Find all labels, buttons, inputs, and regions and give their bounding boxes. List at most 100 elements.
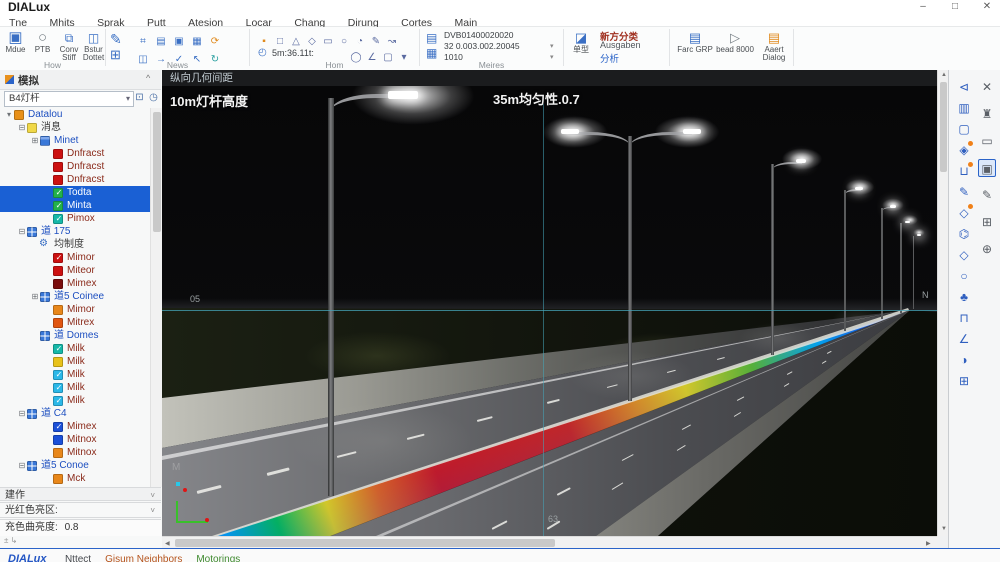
- shape-tool-icon[interactable]: ◔: [352, 36, 368, 47]
- ribbon-button-farc-grp[interactable]: ▤ Farc GRP: [676, 30, 714, 54]
- chevron-icon[interactable]: ˅: [150, 504, 155, 517]
- tree-item[interactable]: ✓ Pimox: [0, 212, 150, 225]
- tree-item[interactable]: Dnfracst: [0, 147, 150, 160]
- shape-tool-icon[interactable]: ◇: [304, 36, 320, 47]
- shape-tool-icon[interactable]: □: [272, 36, 288, 47]
- export-icon[interactable]: ⊡: [133, 91, 146, 105]
- shape-tool-icon[interactable]: ✎: [368, 36, 384, 47]
- tree-item[interactable]: ✓ Milk: [0, 381, 150, 394]
- expander-icon[interactable]: ⊞: [30, 134, 40, 147]
- expander-icon[interactable]: ⊟: [17, 459, 27, 472]
- select-zoom-icon[interactable]: ⊲: [955, 78, 973, 96]
- shape-tool-icon[interactable]: ▭: [320, 36, 336, 47]
- tree-item[interactable]: ⊟ 消息: [0, 121, 150, 134]
- tree-item[interactable]: ▾ Datalou: [0, 108, 150, 121]
- analysis-label[interactable]: 分析: [600, 51, 619, 65]
- window-selected-icon[interactable]: ▣: [978, 159, 996, 177]
- draw-tool-icon[interactable]: ⌗: [134, 36, 152, 48]
- tree-item[interactable]: ✓ Mimor: [0, 251, 150, 264]
- tag-icon[interactable]: ◈: [955, 141, 973, 159]
- file-icon[interactable]: ▤: [426, 31, 437, 45]
- minimize-button[interactable]: –: [912, 1, 934, 12]
- expander-icon[interactable]: ⊟: [17, 225, 27, 238]
- grid-table-icon[interactable]: ⊞: [955, 372, 973, 390]
- tree-icon[interactable]: ♣: [955, 288, 973, 306]
- expander-icon[interactable]: ⊟: [17, 121, 27, 134]
- contrast-icon[interactable]: ◑: [955, 351, 973, 369]
- pencil-icon[interactable]: ✎: [110, 31, 122, 48]
- scroll-left-icon[interactable]: ◀: [165, 540, 170, 547]
- viewport-title-bar[interactable]: 纵向几何间距: [162, 70, 948, 86]
- tree-item[interactable]: ✓ Milk: [0, 394, 150, 407]
- shape-tool-icon[interactable]: △: [288, 36, 304, 47]
- scrollbar-thumb[interactable]: [152, 112, 161, 232]
- file-grid-icon[interactable]: ▦: [426, 46, 437, 60]
- output-sub[interactable]: Ausgaben: [600, 40, 641, 50]
- ribbon-button-ptb[interactable]: ○ PTB: [30, 30, 55, 54]
- draw-tool-icon[interactable]: ▦: [188, 36, 206, 48]
- tree-item[interactable]: Mimor: [0, 303, 150, 316]
- tree-item[interactable]: ⊟ 道5 Conoe: [0, 459, 150, 472]
- flask-icon[interactable]: ⌬: [955, 225, 973, 243]
- draw-tool-icon[interactable]: ▤: [152, 36, 170, 48]
- tree-item[interactable]: 道 Domes: [0, 329, 150, 342]
- expander-icon[interactable]: ⊟: [17, 407, 27, 420]
- diamond-icon[interactable]: ◇: [955, 246, 973, 264]
- tree-item[interactable]: ✓ Todta: [0, 186, 150, 199]
- tree-item[interactable]: ✓ Minta: [0, 199, 150, 212]
- globe-crosshair-icon[interactable]: ⊕: [978, 240, 996, 258]
- tree-item[interactable]: ✓ Milk: [0, 342, 150, 355]
- diamond-tag-icon[interactable]: ◇: [955, 204, 973, 222]
- monitor-icon[interactable]: ▢: [955, 120, 973, 138]
- close-icon[interactable]: ✕: [978, 78, 996, 96]
- scroll-right-icon[interactable]: ▶: [926, 540, 931, 547]
- chevron-icon[interactable]: ˅: [150, 489, 155, 502]
- hydrant-icon[interactable]: ♜: [978, 105, 996, 123]
- collapse-icon[interactable]: ^: [146, 73, 150, 83]
- tree-item[interactable]: Mimex: [0, 277, 150, 290]
- tree-item[interactable]: ✓ Milk: [0, 368, 150, 381]
- tree-item[interactable]: Mitnox: [0, 433, 150, 446]
- tree-item[interactable]: ⊟ 道 175: [0, 225, 150, 238]
- ribbon-button-aaert[interactable]: ▤ Aaert Dialog: [756, 30, 792, 62]
- chevron-down-icon[interactable]: ▾: [550, 42, 554, 50]
- status-tab[interactable]: Motorings: [196, 553, 240, 562]
- draw-tool-icon[interactable]: ▣: [170, 36, 188, 48]
- pencil-icon[interactable]: ✎: [978, 186, 996, 204]
- status-tab[interactable]: Gisum Neighbors: [105, 553, 182, 562]
- tree-item[interactable]: Dnfracst: [0, 173, 150, 186]
- scrollbar-thumb[interactable]: [175, 539, 555, 547]
- expander-icon[interactable]: ▾: [4, 108, 14, 121]
- tree-item[interactable]: ⊟ 道 C4: [0, 407, 150, 420]
- shape-tool-icon[interactable]: ▪: [256, 36, 272, 47]
- basket-icon[interactable]: ⊔: [955, 162, 973, 180]
- ribbon-button-conv-stiff[interactable]: ⧉ Conv Stiff: [57, 30, 81, 62]
- section-actions[interactable]: 建作 ˅: [0, 487, 161, 501]
- brightness-value[interactable]: 0.8: [65, 522, 79, 533]
- pole-selector-combobox[interactable]: B4灯杆 ▾: [4, 91, 134, 107]
- tree-item[interactable]: Mitnox: [0, 446, 150, 459]
- tree-item[interactable]: Miteor: [0, 264, 150, 277]
- tree-item[interactable]: Milk: [0, 355, 150, 368]
- box-icon[interactable]: ⊓: [955, 309, 973, 327]
- close-button[interactable]: ✕: [976, 1, 998, 12]
- ribbon-button-mdue[interactable]: ▣ Mdue: [3, 30, 28, 54]
- circle-icon[interactable]: ○: [955, 267, 973, 285]
- window-icon[interactable]: ▭: [978, 132, 996, 150]
- scroll-up-icon[interactable]: ▲: [941, 72, 947, 78]
- tree-item[interactable]: Dnfracst: [0, 160, 150, 173]
- scrollbar-thumb[interactable]: [940, 82, 947, 172]
- maximize-button[interactable]: □: [944, 1, 966, 12]
- pen-line-icon[interactable]: ✎: [955, 183, 973, 201]
- expander-icon[interactable]: ⊞: [30, 290, 40, 303]
- history-icon[interactable]: ◷: [147, 91, 160, 105]
- tree-item[interactable]: Mck: [0, 472, 150, 485]
- chevron-down-icon[interactable]: ▾: [126, 92, 130, 106]
- ribbon-button-bstur[interactable]: ◫ Bstur Dottet: [82, 30, 105, 62]
- tree-item[interactable]: 均制度: [0, 237, 150, 251]
- metric-line[interactable]: 32 0.003.002.20045: [444, 41, 520, 52]
- tree-item[interactable]: Mitrex: [0, 316, 150, 329]
- status-tab[interactable]: Nttect: [65, 553, 91, 562]
- ribbon-button-bead[interactable]: ▷ bead 8000: [716, 30, 754, 54]
- tree-item[interactable]: ⊞ 道5 Coinee: [0, 290, 150, 303]
